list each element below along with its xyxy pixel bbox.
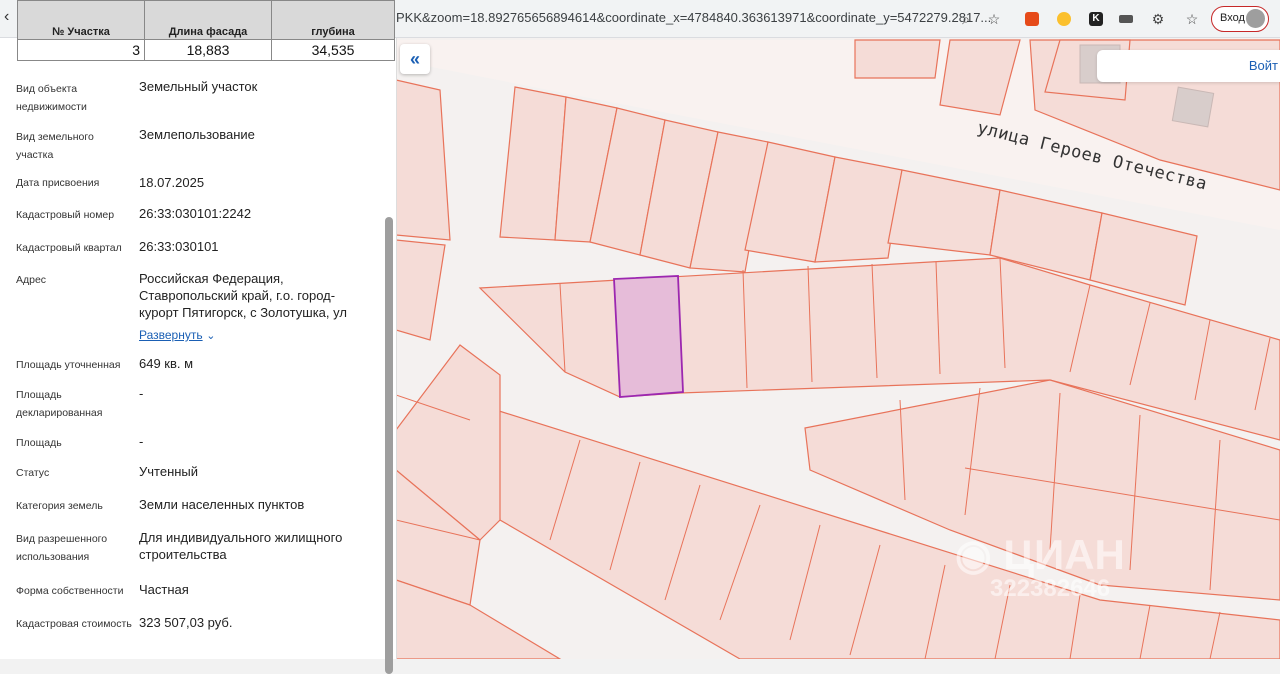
table-header: № Участка [17, 0, 145, 40]
watermark-id: 322382646 [990, 575, 1111, 602]
detail-label: Статус [16, 467, 50, 479]
detail-label: Вид разрешенного использования [16, 533, 108, 563]
map-login-label: Войт [1248, 58, 1278, 73]
expand-label[interactable]: Развернуть [139, 328, 203, 342]
detail-value: 18.07.2025 [139, 175, 205, 190]
favorites-icon[interactable]: ☆ [1182, 9, 1202, 29]
table-cell: 18,883 [144, 39, 272, 61]
detail-value: Земли населенных пунктов [139, 497, 305, 512]
back-arrow-icon[interactable]: ‹ [4, 8, 18, 28]
login-label: Вход [1220, 12, 1245, 24]
collapse-panel-button[interactable]: « [400, 44, 430, 74]
selected-parcel [613, 275, 684, 398]
chevron-down-icon: ⌄ [206, 330, 216, 342]
detail-label: Адрес [16, 274, 47, 286]
detail-value: 26:33:030101:2242 [139, 206, 252, 221]
detail-value: Частная [139, 582, 189, 597]
detail-value: - [139, 434, 144, 449]
detail-value: - [139, 386, 144, 401]
detail-label: Кадастровая стоимость [16, 618, 132, 630]
detail-label: Площадь уточненная [16, 359, 121, 371]
detail-label: Категория земель [16, 500, 103, 512]
detail-label: Кадастровый номер [16, 209, 115, 221]
detail-value: 323 507,03 руб. [139, 615, 233, 630]
cadastral-map[interactable] [396, 38, 1280, 659]
table-header: глубина [271, 0, 395, 40]
detail-value: Земельный участок [139, 79, 258, 94]
detail-label: Дата присвоения [16, 177, 100, 189]
extension-colorful-icon[interactable] [1054, 9, 1074, 29]
scrollbar[interactable] [385, 217, 393, 674]
map-login-panel[interactable]: Войт [1097, 50, 1280, 82]
extension-gray-icon[interactable] [1116, 9, 1136, 29]
plot-dimensions-table-wrap: № Участка Длина фасада глубина 3 18,883 … [17, 0, 395, 61]
plot-dimensions-table: № Участка Длина фасада глубина 3 18,883 … [17, 0, 395, 61]
detail-label: Кадастровый квартал [16, 242, 122, 254]
zoom-icon[interactable]: ⌕ [956, 9, 976, 29]
expand-link[interactable]: Развернуть ⌄ [139, 326, 369, 345]
table-cell: 3 [17, 39, 145, 61]
watermark-logo: ◉ ЦИАН [955, 531, 1125, 578]
object-info-panel: Вид объекта недвижимости Земельный участо… [0, 38, 397, 674]
table-row: 3 18,883 34,535 [17, 39, 395, 61]
detail-value: 26:33:030101 [139, 239, 219, 254]
detail-value: Для индивидуального жилищного строительс… [139, 530, 343, 562]
table-header: Длина фасада [144, 0, 272, 40]
detail-value: Российская Федерация, Ставропольский кра… [139, 271, 347, 320]
avatar [1246, 9, 1265, 28]
detail-value: 649 кв. м [139, 356, 194, 371]
table-cell: 34,535 [271, 39, 395, 61]
extension-k-icon[interactable]: K [1086, 9, 1106, 29]
extension-red-icon[interactable] [1022, 9, 1042, 29]
detail-value: Учтенный [139, 464, 199, 479]
detail-label: Форма собственности [16, 585, 124, 597]
detail-label: Площадь [16, 437, 62, 449]
detail-label: Вид объекта недвижимости [16, 83, 87, 113]
detail-label: Вид земельного участка [16, 131, 94, 161]
extensions-puzzle-icon[interactable]: ⚙ [1148, 9, 1168, 29]
detail-value: Землепользование [139, 127, 255, 142]
address-bar[interactable]: PKK&zoom=18.892765656894614&coordinate_x… [396, 10, 991, 25]
detail-label: Площадь декларированная [16, 389, 103, 419]
login-button[interactable]: Вход [1211, 6, 1269, 32]
bookmark-star-icon[interactable]: ☆ [984, 9, 1004, 29]
